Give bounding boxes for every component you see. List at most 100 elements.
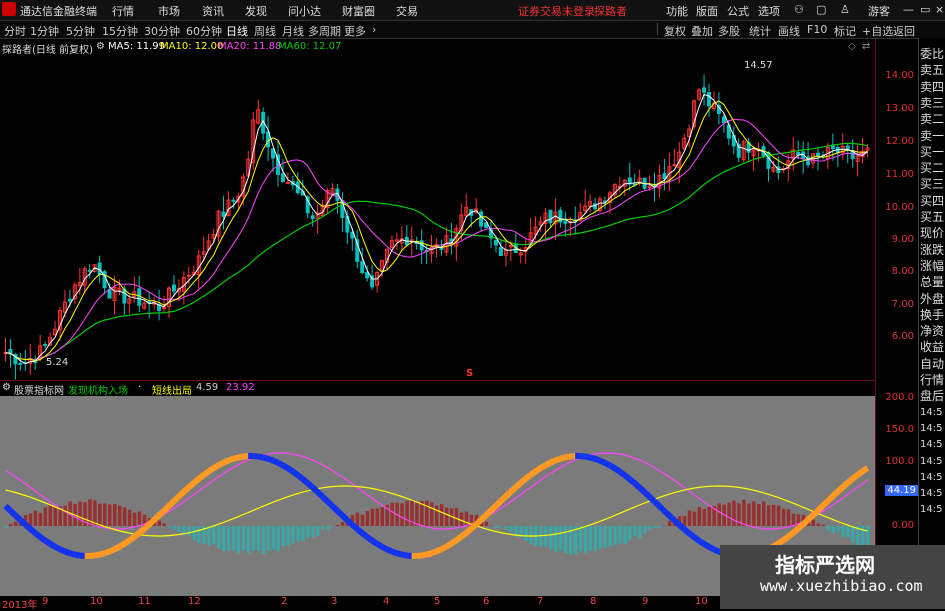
indicator-thick-segment [10,511,15,516]
period-1min[interactable]: 1分钟 [30,23,59,39]
indicator-bar [54,507,57,526]
candle-body [44,345,47,346]
indicator-bar [4,526,7,528]
quote-field-label[interactable]: 盘后 [920,388,944,404]
menu-item-ask[interactable]: 问小达 [288,3,321,19]
indicator-bar [103,503,106,526]
menu-function[interactable]: 功能 [666,3,688,19]
tool-stats[interactable]: 统计 [749,23,771,39]
menu-layout[interactable]: 版面 [696,3,718,19]
indicator-name[interactable]: 股票指标网 [14,382,64,397]
quote-field-label[interactable]: 自动 [920,356,944,372]
period-15min[interactable]: 15分钟 [102,23,138,39]
quote-field-label[interactable]: 行情 [920,372,944,388]
tool-mark[interactable]: 标记 [834,23,856,39]
quote-field-label: 总量 [920,274,944,290]
maximize-icon[interactable]: ▭ [920,3,930,16]
period-30min[interactable]: 30分钟 [144,23,180,39]
quote-field-label: 委比 [920,46,944,62]
period-monthly[interactable]: 月线 [282,23,304,39]
quote-field-label: 卖一 [920,128,944,144]
x-tick: 5 [434,596,440,607]
indicator-thick-segment [833,492,838,497]
indicator-bar [465,512,468,526]
tool-overlay[interactable]: 叠加 [691,23,713,39]
user-label[interactable]: 游客 [868,3,890,19]
menu-formula[interactable]: 公式 [727,3,749,19]
indicator-bar [361,515,364,526]
quote-field-label: 14:5 [920,470,942,486]
x-tick: 4 [383,596,389,607]
period-multi[interactable]: 多周期 [308,23,341,39]
indicator-thick-segment [783,537,788,541]
tool-add-fav[interactable]: +自选 [862,23,893,39]
indicator-bar [509,526,512,532]
notice-icon[interactable]: ▢ [816,3,826,16]
tool-f10[interactable]: F10 [807,23,827,36]
settings-icon[interactable]: ⚙ [2,382,11,393]
indicator-bar [167,526,170,527]
tool-draw[interactable]: 画线 [778,23,800,39]
indicator-thick-segment [506,492,511,497]
candle-body [232,200,235,201]
indicator-thick-segment [60,549,65,551]
indicator-thick-segment [689,533,694,537]
indicator-bar [504,526,507,529]
period-60min[interactable]: 60分钟 [186,23,222,39]
menu-options[interactable]: 选项 [758,3,780,19]
menu-item-markets[interactable]: 市场 [158,3,180,19]
indicator-bar [34,511,37,526]
chevron-right-icon[interactable]: › [372,23,376,36]
quote-panel: 委比卖五卖四卖三卖二卖一买一买二买三买四买五现价涨跌涨幅总量外盘换手净资收益自动… [918,38,945,609]
y-tick-sub: 0.00 [892,520,914,531]
indicator-thick-segment [332,506,337,511]
indicator-thick-segment [615,468,620,471]
indicator-thick-segment [798,524,803,528]
menu-item-market[interactable]: 行情 [112,3,134,19]
tool-adjust[interactable]: 复权 [664,23,686,39]
high-price-label: 14.57 [744,60,773,71]
close-icon[interactable]: × [935,3,944,16]
indicator-thick-segment [105,551,110,553]
period-5min[interactable]: 5分钟 [66,23,95,39]
indicator-thick-segment [263,457,268,458]
indicator-bar [727,503,730,526]
indicator-thick-segment [45,541,50,544]
indicator-bar [851,526,854,543]
period-more[interactable]: 更多 [344,23,366,39]
menu-item-trade[interactable]: 交易 [396,3,418,19]
period-daily[interactable]: 日线 [226,23,248,39]
tool-back[interactable]: 返回 [893,23,915,39]
quote-field-label: 14:5 [920,454,942,470]
kline-chart[interactable]: 探路者(日线 前复权) ⚙ MA5: 11.99 MA10: 12.00 MA2… [0,38,875,380]
y-tick-main: 11.00 [885,169,914,180]
menu-item-wealth[interactable]: 财富圈 [342,3,375,19]
indicator-thick-segment [328,501,333,506]
app-logo-icon [2,2,16,16]
tool-multi[interactable]: 多股 [718,23,740,39]
quote-field-label: 卖三 [920,95,944,111]
user-icon[interactable]: ♙ [840,3,850,16]
indicator-thick-segment [100,553,105,554]
quote-field-label: 买一 [920,144,944,160]
indicator-bar [544,526,547,546]
indicator-bar [400,503,403,526]
indicator-bar [628,526,631,540]
candle-body [797,152,800,154]
period-intraday[interactable]: 分时 [4,23,26,39]
indicator-thick-segment [387,549,392,551]
x-tick: 9 [42,596,48,607]
indicator-thick-segment [219,463,224,466]
indicator-thick-segment [778,540,783,543]
login-status[interactable]: 证券交易未登录 [518,3,595,19]
stock-name-title: 探路者 [594,3,627,19]
indicator-thick-segment [451,540,456,543]
minimize-icon[interactable]: — [903,3,914,16]
indicator-thick-segment [788,533,793,537]
indicator-thick-segment [427,553,432,554]
menu-item-discover[interactable]: 发现 [245,3,267,19]
message-icon[interactable]: ⚇ [794,3,804,16]
period-weekly[interactable]: 周线 [254,23,276,39]
menu-item-news[interactable]: 资讯 [202,3,224,19]
indicator-thick-segment [15,515,20,520]
